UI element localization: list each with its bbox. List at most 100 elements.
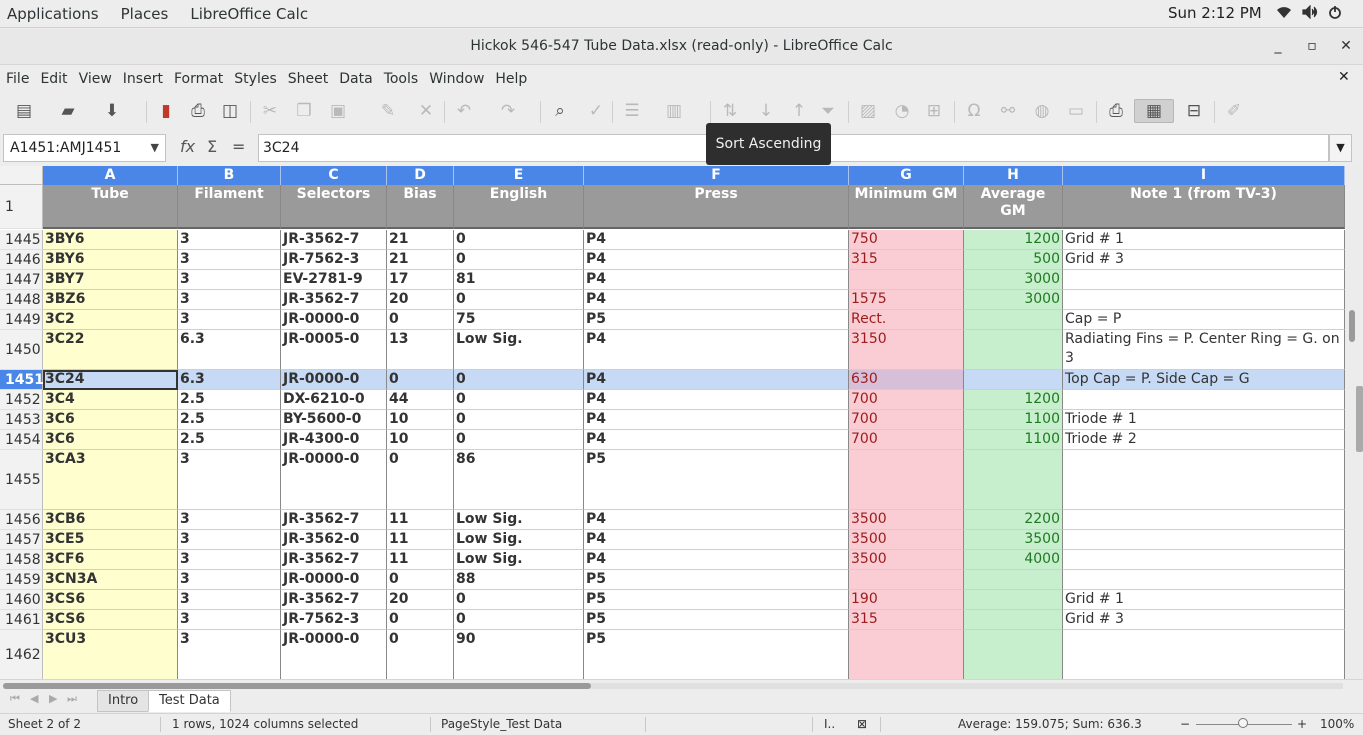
table-cell[interactable]: 90 xyxy=(454,630,584,679)
row-header[interactable]: 1446 xyxy=(0,250,43,270)
table-cell[interactable] xyxy=(1063,390,1345,410)
zoom-in-button[interactable]: + xyxy=(1297,717,1307,731)
table-cell[interactable]: Triode # 1 xyxy=(1063,410,1345,430)
insert-chart-icon[interactable]: ◔ xyxy=(890,99,914,123)
row-icon[interactable]: ☰ xyxy=(620,99,644,123)
column-header-h[interactable]: H xyxy=(964,166,1063,185)
table-cell[interactable]: 21 xyxy=(387,230,454,250)
column-header-g[interactable]: G xyxy=(849,166,964,185)
table-cell[interactable] xyxy=(1063,450,1345,510)
maximize-button[interactable]: ▫ xyxy=(1297,29,1327,63)
table-cell[interactable]: 17 xyxy=(387,270,454,290)
table-cell[interactable]: 3 xyxy=(178,310,281,330)
table-cell[interactable]: 2.5 xyxy=(178,390,281,410)
table-cell[interactable] xyxy=(849,570,964,590)
export-pdf-icon[interactable]: ▮ xyxy=(154,99,178,123)
clone-formatting-icon[interactable]: ✎ xyxy=(376,99,400,123)
autofilter-icon[interactable]: ⏷ xyxy=(816,99,840,123)
header-cell[interactable]: Note 1 (from TV-3) xyxy=(1063,185,1345,229)
menu-file[interactable]: File xyxy=(0,71,34,87)
row-header[interactable]: 1451 xyxy=(0,370,44,390)
table-cell[interactable]: 20 xyxy=(387,290,454,310)
tab-test-data[interactable]: Test Data xyxy=(148,690,231,712)
table-cell[interactable]: 1575 xyxy=(849,290,964,310)
column-header-f[interactable]: F xyxy=(584,166,849,185)
table-cell[interactable]: P5 xyxy=(584,590,849,610)
table-cell[interactable]: P4 xyxy=(584,230,849,250)
paste-icon[interactable]: ▣ xyxy=(326,99,350,123)
table-cell[interactable]: 0 xyxy=(454,410,584,430)
freeze-rows-columns-icon[interactable]: ▦ xyxy=(1134,99,1174,123)
menu-help[interactable]: Help xyxy=(489,71,532,87)
menu-edit[interactable]: Edit xyxy=(34,71,72,87)
table-cell[interactable] xyxy=(964,610,1063,630)
print-preview-icon[interactable]: ◫ xyxy=(218,99,242,123)
table-cell[interactable]: 4000 xyxy=(964,550,1063,570)
table-cell[interactable]: 21 xyxy=(387,250,454,270)
table-cell[interactable]: Triode # 2 xyxy=(1063,430,1345,450)
menu-data[interactable]: Data xyxy=(333,71,377,87)
table-cell[interactable]: P4 xyxy=(584,410,849,430)
table-cell[interactable]: 3CB6 xyxy=(43,510,178,530)
table-cell[interactable]: 0 xyxy=(454,590,584,610)
table-cell[interactable]: P4 xyxy=(584,510,849,530)
table-cell[interactable]: JR-0000-0 xyxy=(281,570,387,590)
table-cell[interactable]: 3 xyxy=(178,250,281,270)
menu-format[interactable]: Format xyxy=(168,71,228,87)
find-replace-icon[interactable]: ⌕ xyxy=(548,99,572,123)
table-cell[interactable]: 700 xyxy=(849,430,964,450)
table-cell[interactable]: 11 xyxy=(387,530,454,550)
row-header[interactable]: 1448 xyxy=(0,290,43,310)
table-cell[interactable]: 2.5 xyxy=(178,430,281,450)
table-cell[interactable]: 3 xyxy=(178,590,281,610)
table-cell[interactable]: JR-7562-3 xyxy=(281,250,387,270)
headers-footers-icon[interactable]: ▭ xyxy=(1064,99,1088,123)
last-sheet-icon[interactable]: ⏭ xyxy=(67,692,77,706)
table-cell[interactable]: 0 xyxy=(454,290,584,310)
table-cell[interactable]: BY-5600-0 xyxy=(281,410,387,430)
table-cell[interactable]: JR-0000-0 xyxy=(281,450,387,510)
table-cell[interactable]: 0 xyxy=(387,370,454,390)
table-cell[interactable]: 750 xyxy=(849,230,964,250)
row-header[interactable]: 1459 xyxy=(0,570,43,590)
table-cell[interactable]: 0 xyxy=(454,610,584,630)
table-cell[interactable]: Grid # 1 xyxy=(1063,230,1345,250)
table-cell[interactable]: 3 xyxy=(178,270,281,290)
table-cell[interactable]: 3C6 xyxy=(43,410,178,430)
row-header[interactable]: 1445 xyxy=(0,230,43,250)
table-cell[interactable]: 0 xyxy=(387,570,454,590)
table-cell[interactable]: JR-7562-3 xyxy=(281,610,387,630)
select-all-corner[interactable] xyxy=(0,166,43,185)
table-cell[interactable] xyxy=(964,570,1063,590)
zoom-slider-knob[interactable] xyxy=(1238,718,1248,728)
column-header-i[interactable]: I xyxy=(1063,166,1345,185)
save-icon[interactable]: ⬇ xyxy=(100,99,124,123)
table-cell[interactable]: 1200 xyxy=(964,390,1063,410)
power-icon[interactable] xyxy=(1328,5,1342,23)
table-cell[interactable]: Low Sig. xyxy=(454,510,584,530)
table-cell[interactable]: 11 xyxy=(387,550,454,570)
redo-icon[interactable]: ↷ xyxy=(496,99,520,123)
table-cell[interactable]: JR-0000-0 xyxy=(281,370,387,390)
first-sheet-icon[interactable]: ⏮ xyxy=(10,692,20,706)
column-icon[interactable]: ▥ xyxy=(662,99,686,123)
table-cell[interactable]: 3000 xyxy=(964,290,1063,310)
table-cell[interactable]: JR-3562-7 xyxy=(281,230,387,250)
vertical-scroll-thumb[interactable] xyxy=(1349,310,1355,342)
app-menu[interactable]: LibreOffice Calc xyxy=(183,5,315,23)
table-cell[interactable]: P4 xyxy=(584,270,849,290)
volume-icon[interactable] xyxy=(1302,4,1318,23)
table-cell[interactable] xyxy=(849,270,964,290)
pivot-table-icon[interactable]: ⊞ xyxy=(922,99,946,123)
table-cell[interactable] xyxy=(1063,630,1345,679)
table-cell[interactable]: 3500 xyxy=(964,530,1063,550)
table-cell[interactable]: JR-0005-0 xyxy=(281,330,387,370)
spreadsheet-grid[interactable]: A B C D E F G H I 1 Tube Filament Selectors Bias Engli… xyxy=(0,166,1345,679)
table-cell[interactable] xyxy=(1063,510,1345,530)
column-header-b[interactable]: B xyxy=(178,166,281,185)
table-cell[interactable]: 10 xyxy=(387,410,454,430)
table-cell[interactable]: 3150 xyxy=(849,330,964,370)
cut-icon[interactable]: ✂ xyxy=(258,99,282,123)
table-cell[interactable]: 0 xyxy=(454,370,584,390)
table-cell[interactable]: P4 xyxy=(584,370,849,390)
